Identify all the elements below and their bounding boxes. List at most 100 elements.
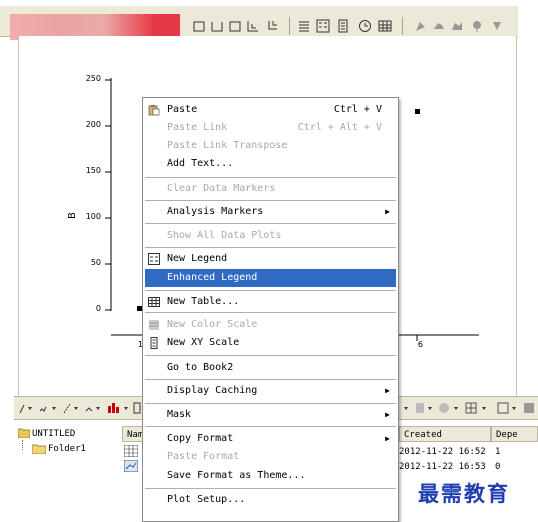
menu-separator [145,290,396,291]
menu-separator [145,247,396,248]
project-icon [18,428,30,438]
lines-icon[interactable] [297,19,311,33]
clock-icon[interactable] [358,19,372,33]
axes-l-icon[interactable] [246,19,260,33]
y-tick-label: 100 [85,212,101,221]
workbook-icon [124,445,138,457]
menu-separator [145,312,396,313]
column-header-created[interactable]: Created [399,426,491,442]
menu-label: New Table... [167,296,240,307]
menu-separator [145,426,396,427]
paste-icon [148,105,160,116]
menu-item-plot-setup[interactable]: Plot Setup... [145,491,396,509]
menu-item-paste-link-transpose[interactable]: Paste Link Transpose [145,137,396,155]
menu-label: Add Text... [167,158,234,169]
menu-label: Mask [167,409,192,420]
menu-label: Go to Book2 [167,362,234,373]
column-header-name[interactable]: Nam [122,426,144,442]
menu-item-clear-data-markers[interactable]: Clear Data Markers [145,180,396,198]
menu-item-new-legend[interactable]: New Legend [145,250,396,268]
menu-label: Copy Format [167,433,234,444]
y-tick-label: 250 [85,74,101,83]
context-menu: Paste Ctrl + V Paste Link Ctrl + Alt + V… [142,97,399,522]
row-created: 2012-11-22 16:53 [399,462,486,472]
menu-label: Paste Format [167,451,240,462]
menu-separator [145,223,396,224]
fill-style-icons[interactable] [402,401,538,415]
tree-line [22,440,24,450]
legend-box-icon[interactable] [316,19,330,33]
menu-item-go-to-book[interactable]: Go to Book2 [145,359,396,377]
data-point [415,109,420,114]
tool-icon-1[interactable] [414,19,428,33]
menu-item-add-text[interactable]: Add Text... [145,155,396,173]
axes-corner-icon[interactable] [266,19,280,33]
menu-separator [145,355,396,356]
folder-item[interactable]: Folder1 [48,444,86,454]
menu-label: Paste Link Transpose [167,140,288,151]
menu-item-paste-link[interactable]: Paste Link Ctrl + Alt + V [145,119,396,137]
y-axis-title: B [66,212,78,219]
menu-label: Analysis Markers [167,206,264,217]
graph-page-icon [124,460,138,472]
tool-icon-4[interactable] [470,19,484,33]
y-tick-label: 50 [90,258,101,267]
menu-label: Paste [167,104,198,115]
menu-item-display-caching[interactable]: Display Caching ▶ [145,382,396,400]
menu-shortcut: Ctrl + Alt + V [297,122,382,133]
color-scale-icon [149,320,159,330]
menu-label: Display Caching [167,385,258,396]
menu-item-mask[interactable]: Mask ▶ [145,406,396,424]
menu-item-analysis-markers[interactable]: Analysis Markers ▶ [145,203,396,221]
menu-item-show-all-data-plots[interactable]: Show All Data Plots [145,227,396,245]
project-root[interactable]: UNTITLED [32,429,75,439]
line-style-icons[interactable] [18,401,143,415]
submenu-arrow-icon: ▶ [385,410,390,419]
menu-separator [145,200,396,201]
menu-item-save-format-as-theme[interactable]: Save Format as Theme... [145,467,396,485]
tool-icon-5[interactable] [490,19,504,33]
row-dependents: 0 [495,462,501,472]
menu-label: New Legend [167,253,228,264]
x-tick-label: 6 [417,340,423,349]
y-tick-label: 200 [85,120,101,129]
menu-separator [145,177,396,178]
submenu-arrow-icon: ▶ [385,386,390,395]
tool-icon-3[interactable] [450,19,464,33]
menu-label: New Color Scale [167,319,258,330]
layer-align-bottom-icon[interactable] [210,19,224,33]
menu-label: Plot Setup... [167,494,246,505]
column-header-dependents[interactable]: Depe [491,426,538,442]
menu-separator [145,488,396,489]
table-icon [148,297,160,307]
x-tick-label: 1 [137,340,143,349]
xy-scale-tool-icon[interactable] [336,19,350,33]
submenu-arrow-icon: ▶ [385,434,390,443]
menu-item-copy-format[interactable]: Copy Format ▶ [145,430,396,448]
menu-label: Paste Link [167,122,228,133]
menu-label: Show All Data Plots [167,230,282,241]
submenu-arrow-icon: ▶ [385,207,390,216]
menu-separator [145,379,396,380]
row-dependents: 1 [495,447,501,457]
menu-label: Clear Data Markers [167,183,276,194]
menu-item-new-xy-scale[interactable]: New XY Scale [145,334,396,352]
folder-icon [32,444,46,454]
menu-label: New XY Scale [167,337,240,348]
tool-icon-2[interactable] [432,19,446,33]
row-created: 2012-11-22 16:52 [399,447,486,457]
menu-label: Enhanced Legend [167,272,258,283]
layer-align-left-icon[interactable] [192,19,206,33]
menu-shortcut: Ctrl + V [333,104,382,115]
table-tool-icon[interactable] [378,19,392,33]
menu-item-enhanced-legend[interactable]: Enhanced Legend [145,269,396,287]
legend-icon [148,253,160,265]
layer-frame-icon[interactable] [228,19,242,33]
menu-item-new-color-scale[interactable]: New Color Scale [145,316,396,334]
menu-label: Save Format as Theme... [167,470,306,481]
menu-item-new-table[interactable]: New Table... [145,293,396,311]
watermark-text: 最需教育 [418,481,510,506]
menu-item-paste[interactable]: Paste Ctrl + V [145,101,396,119]
menu-item-paste-format[interactable]: Paste Format [145,448,396,466]
y-tick-label: 150 [85,166,101,175]
